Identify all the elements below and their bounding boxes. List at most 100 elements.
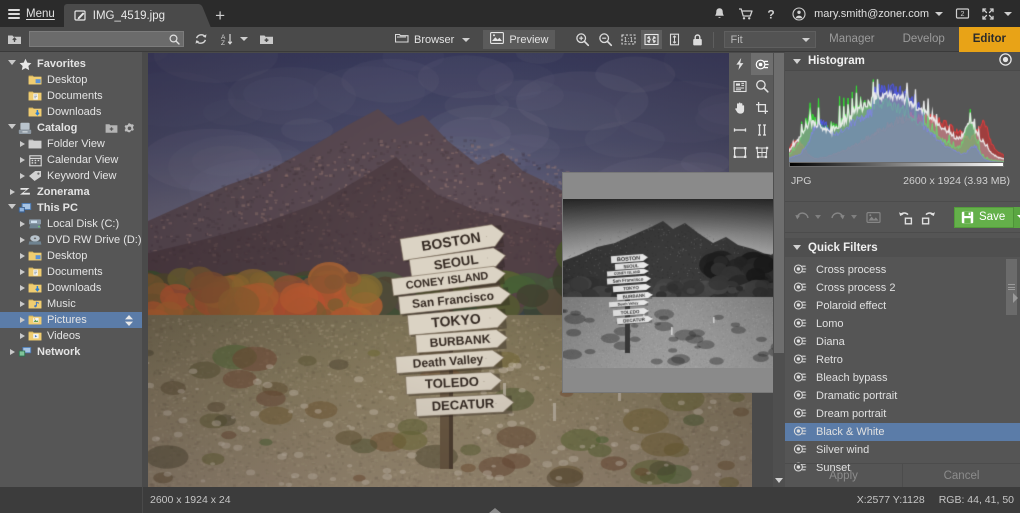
fit-to-window-icon[interactable] <box>641 30 663 49</box>
save-button[interactable]: Save <box>954 206 1020 228</box>
tab-image[interactable]: IMG_4519.jpg <box>63 4 196 27</box>
sidebar-item-documents[interactable]: Documents <box>0 88 142 104</box>
sidebar-item-catalog[interactable]: Catalog <box>0 120 142 136</box>
sidebar-item-network[interactable]: Network <box>0 344 142 360</box>
gear-icon[interactable] <box>122 121 136 135</box>
sidebar-item-local-disk-c[interactable]: Local Disk (C:) <box>0 216 142 232</box>
sidebar-item-videos[interactable]: Videos <box>0 328 142 344</box>
search-input[interactable] <box>30 32 183 46</box>
sidebar-item-music[interactable]: Music <box>0 296 142 312</box>
quick-filter-item[interactable]: Dream portrait <box>785 405 1020 423</box>
lock-icon[interactable] <box>687 30 708 49</box>
fullscreen-icon[interactable] <box>975 0 1001 27</box>
sidebar-item-folder-view[interactable]: Folder View <box>0 136 142 152</box>
chevron-right-icon[interactable] <box>16 253 28 259</box>
add-folder-icon[interactable] <box>104 121 118 135</box>
browser-chevron-icon[interactable] <box>462 37 471 42</box>
scroll-down-button[interactable] <box>773 475 785 487</box>
sidebar-item-dvd-rw-drive-d[interactable]: DVD RW Drive (D:) <box>0 232 142 248</box>
sort-icon[interactable]: AZ <box>216 30 238 49</box>
search-box[interactable] <box>29 31 184 47</box>
menu-button[interactable]: Menu <box>0 0 64 27</box>
save-dropdown-button[interactable] <box>1013 206 1020 228</box>
chevron-down-icon[interactable] <box>6 204 18 212</box>
chevron-right-icon[interactable] <box>16 173 28 179</box>
chevron-right-icon[interactable] <box>16 269 28 275</box>
scrollbar-thumb[interactable] <box>774 53 784 353</box>
collapse-chevron-icon[interactable] <box>793 58 801 64</box>
filter-lens-icon[interactable] <box>751 53 773 75</box>
screen-icon[interactable]: 2 <box>949 0 975 27</box>
zoom-100-icon[interactable]: 1:1 <box>618 30 639 49</box>
chevron-down-icon[interactable] <box>6 60 18 68</box>
help-icon[interactable]: ? <box>758 0 784 27</box>
redo-icon[interactable] <box>827 206 849 228</box>
chevron-right-icon[interactable] <box>6 349 18 355</box>
sidebar-item-desktop[interactable]: Desktop <box>0 72 142 88</box>
rotate-left-icon[interactable] <box>894 206 917 228</box>
quick-filter-item[interactable]: Black & White <box>785 423 1020 441</box>
cancel-button[interactable]: Cancel <box>903 464 1020 487</box>
compare-icon[interactable] <box>863 206 884 228</box>
chevron-down-icon[interactable] <box>6 124 18 132</box>
sidebar-item-documents[interactable]: Documents <box>0 264 142 280</box>
rectangle-tool-icon[interactable] <box>729 141 751 163</box>
quick-filter-item[interactable]: Cross process 2 <box>785 279 1020 297</box>
redo-chevron-icon[interactable] <box>851 215 857 219</box>
line-tool-icon[interactable] <box>729 119 751 141</box>
window-menu-chevron-icon[interactable] <box>1004 11 1012 16</box>
sidebar-item-pictures[interactable]: Pictures <box>0 312 142 328</box>
chevron-right-icon[interactable] <box>16 237 28 243</box>
sidebar-item-zonerama[interactable]: Zonerama <box>0 184 142 200</box>
undo-chevron-icon[interactable] <box>815 215 821 219</box>
target-icon[interactable] <box>999 53 1012 69</box>
sidebar-item-favorites[interactable]: Favorites <box>0 56 142 72</box>
mode-editor[interactable]: Editor <box>958 26 1020 52</box>
undo-icon[interactable] <box>791 206 813 228</box>
sidebar-item-desktop[interactable]: Desktop <box>0 248 142 264</box>
crop-tool-icon[interactable] <box>751 97 773 119</box>
distance-tool-icon[interactable] <box>751 119 773 141</box>
chevron-right-icon[interactable] <box>16 317 28 323</box>
sort-chevron-icon[interactable] <box>240 37 248 41</box>
apply-button[interactable]: Apply <box>785 464 902 487</box>
quick-filter-item[interactable]: Bleach bypass <box>785 369 1020 387</box>
cart-icon[interactable] <box>732 0 758 27</box>
transform-tool-icon[interactable] <box>751 141 773 163</box>
browser-button[interactable]: Browser <box>388 30 477 49</box>
zoom-out-icon[interactable] <box>595 30 616 49</box>
preview-button[interactable]: Preview <box>483 30 556 49</box>
refresh-icon[interactable] <box>190 30 212 49</box>
hand-tool-icon[interactable] <box>729 97 751 119</box>
viewer-vertical-scrollbar[interactable] <box>773 53 785 487</box>
chevron-right-icon[interactable] <box>16 141 28 147</box>
fit-height-icon[interactable] <box>664 30 685 49</box>
collapse-chevron-icon[interactable] <box>793 245 801 250</box>
bell-icon[interactable] <box>706 0 732 27</box>
sidebar-item-downloads[interactable]: Downloads <box>0 104 142 120</box>
chevron-right-icon[interactable] <box>16 221 28 227</box>
zoom-in-icon[interactable] <box>572 30 593 49</box>
rotate-right-icon[interactable] <box>917 206 940 228</box>
filter-preview-overlay[interactable] <box>562 172 785 393</box>
quick-filter-item[interactable]: Polaroid effect <box>785 297 1020 315</box>
mode-manager[interactable]: Manager <box>815 27 888 52</box>
up-folder-icon[interactable] <box>3 30 25 49</box>
chevron-right-icon[interactable] <box>16 301 28 307</box>
chevron-right-icon[interactable] <box>16 333 28 339</box>
chevron-right-icon[interactable] <box>16 285 28 291</box>
account-menu[interactable]: mary.smith@zoner.com <box>784 0 949 27</box>
quick-filter-item[interactable]: Cross process <box>785 261 1020 279</box>
chevron-right-icon[interactable] <box>6 189 18 195</box>
histogram-header[interactable]: Histogram <box>785 52 1020 71</box>
updown-icon[interactable] <box>122 313 136 327</box>
sidebar-item-calendar-view[interactable]: Calendar View <box>0 152 142 168</box>
quick-filter-item[interactable]: Silver wind <box>785 441 1020 459</box>
panel-collapse-tab[interactable] <box>1012 287 1020 309</box>
quick-filter-item[interactable]: Diana <box>785 333 1020 351</box>
zoom-level-select[interactable]: Fit <box>724 31 817 48</box>
sidebar-item-keyword-view[interactable]: Keyword View <box>0 168 142 184</box>
sidebar-item-downloads[interactable]: Downloads <box>0 280 142 296</box>
quick-filter-item[interactable]: Lomo <box>785 315 1020 333</box>
zoom-tool-icon[interactable] <box>751 75 773 97</box>
